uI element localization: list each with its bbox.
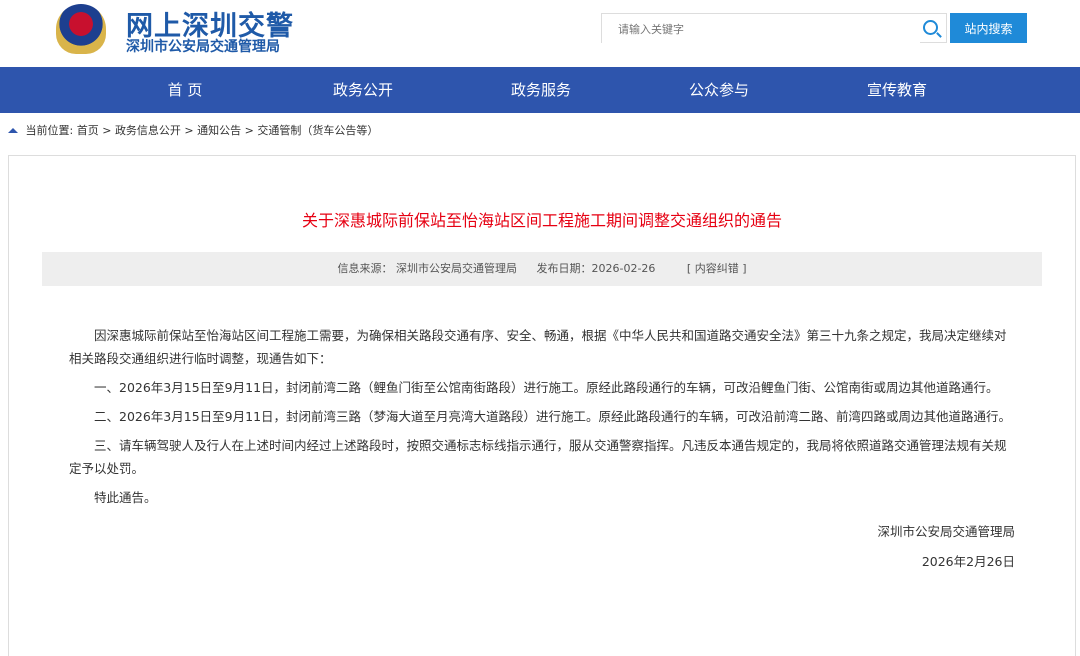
signer: 深圳市公安局交通管理局 (877, 524, 1015, 539)
breadcrumb: 当前位置: 首页 > 政务信息公开 > 通知公告 > 交通管制（货车公告等） (0, 113, 1080, 149)
search-input[interactable] (602, 14, 920, 44)
breadcrumb-home[interactable]: 首页 (77, 124, 99, 137)
paragraph: 二、2026年3月15日至9月11日，封闭前湾三路（梦海大道至月亮湾大道路段）进… (94, 409, 1012, 424)
signature: 深圳市公安局交通管理局 2026年2月26日 (9, 517, 1015, 577)
nav-education[interactable]: 宣传教育 (808, 67, 986, 113)
paragraph: 因深惠城际前保站至怡海站区间工程施工需要，为确保相关路段交通有序、安全、畅通，根… (69, 328, 1007, 366)
home-icon (8, 123, 18, 133)
nav-services[interactable]: 政务服务 (452, 67, 630, 113)
search-icon[interactable] (923, 20, 938, 35)
paragraph: 一、2026年3月15日至9月11日，封闭前湾二路（鲤鱼门街至公馆南街路段）进行… (94, 380, 999, 395)
search-box (601, 13, 947, 44)
article-meta: 信息来源： 深圳市公安局交通管理局 发布日期：2026-02-26 [ 内容纠错… (42, 252, 1042, 286)
article-body: 因深惠城际前保站至怡海站区间工程施工需要，为确保相关路段交通有序、安全、畅通，根… (9, 324, 1075, 509)
nav-participation[interactable]: 公众参与 (630, 67, 808, 113)
article-title: 关于深惠城际前保站至怡海站区间工程施工期间调整交通组织的通告 (301, 211, 782, 230)
breadcrumb-label: 当前位置: (25, 124, 74, 137)
site-search-button[interactable]: 站内搜索 (950, 13, 1027, 43)
article-date: 发布日期：2026-02-26 (536, 262, 656, 275)
police-emblem-logo (56, 4, 106, 54)
article-container: 关于深惠城际前保站至怡海站区间工程施工期间调整交通组织的通告 信息来源： 深圳市… (8, 155, 1076, 656)
breadcrumb-gov-info[interactable]: 政务信息公开 (115, 124, 181, 137)
site-subtitle: 深圳市公安局交通管理局 (126, 39, 280, 55)
header: 网上深圳交警 深圳市公安局交通管理局 站内搜索 (0, 0, 1080, 67)
paragraph: 特此通告。 (94, 490, 157, 505)
nav-home[interactable]: 首 页 (96, 67, 274, 113)
sign-date: 2026年2月26日 (921, 554, 1015, 569)
correction-link[interactable]: [ 内容纠错 ] (687, 262, 747, 275)
breadcrumb-traffic-control[interactable]: 交通管制（货车公告等） (257, 124, 378, 137)
article-source: 信息来源： 深圳市公安局交通管理局 (337, 262, 517, 275)
breadcrumb-notices[interactable]: 通知公告 (197, 124, 241, 137)
main-nav: 首 页 政务公开 政务服务 公众参与 宣传教育 (0, 67, 1080, 113)
paragraph: 三、请车辆驾驶人及行人在上述时间内经过上述路段时，按照交通标志标线指示通行，服从… (69, 438, 1007, 476)
nav-government-affairs[interactable]: 政务公开 (274, 67, 452, 113)
